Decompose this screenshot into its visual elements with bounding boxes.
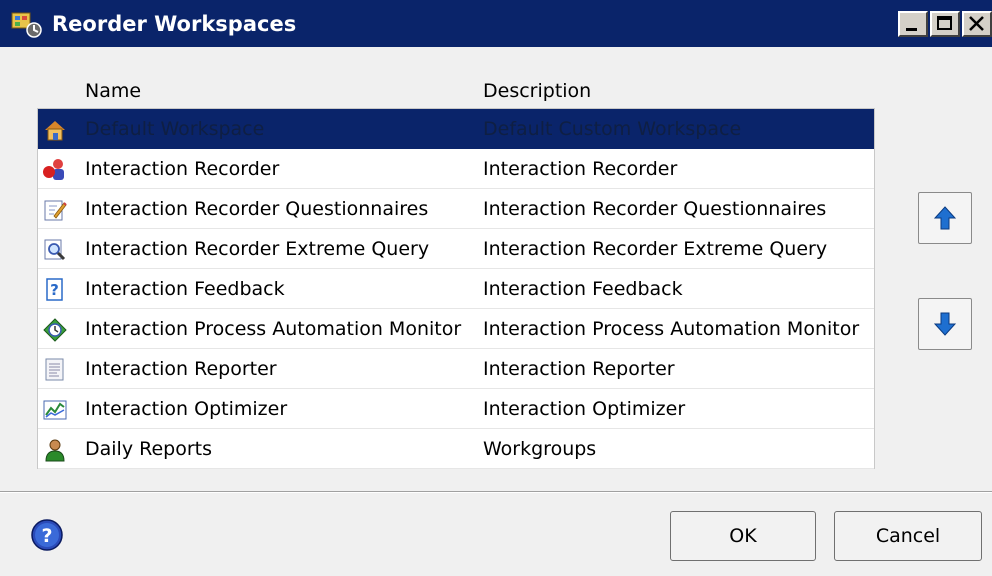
questionnaire-pencil-icon xyxy=(42,197,68,223)
maximize-button[interactable] xyxy=(930,11,960,37)
footer-divider xyxy=(0,491,992,493)
row-description: Interaction Feedback xyxy=(483,278,683,300)
list-item[interactable]: Default Workspace Default Custom Workspa… xyxy=(38,109,874,149)
row-name: Interaction Optimizer xyxy=(85,398,288,420)
column-header-name[interactable]: Name xyxy=(85,79,141,103)
optimizer-chart-icon xyxy=(42,397,68,423)
row-name: Default Workspace xyxy=(85,118,265,140)
row-name: Interaction Reporter xyxy=(85,358,277,380)
minimize-button[interactable] xyxy=(898,11,928,37)
row-description: Interaction Recorder xyxy=(483,158,678,180)
recorder-people-icon xyxy=(42,157,68,183)
svg-text:?: ? xyxy=(41,525,52,547)
list-item[interactable]: Interaction Recorder Interaction Recorde… xyxy=(38,149,874,189)
feedback-question-icon: ? xyxy=(42,277,68,303)
list-item[interactable]: Interaction Process Automation Monitor I… xyxy=(38,309,874,349)
help-icon[interactable]: ? xyxy=(30,518,64,552)
process-monitor-icon xyxy=(42,317,68,343)
close-button[interactable] xyxy=(962,11,992,37)
row-description: Interaction Process Automation Monitor xyxy=(483,318,860,340)
row-description: Interaction Recorder Questionnaires xyxy=(483,198,827,220)
row-name: Interaction Recorder xyxy=(85,158,280,180)
row-name: Interaction Feedback xyxy=(85,278,285,300)
list-item[interactable]: Interaction Reporter Interaction Reporte… xyxy=(38,349,874,389)
query-magnifier-icon xyxy=(42,237,68,263)
row-description: Default Custom Workspace xyxy=(483,118,742,140)
title-bar[interactable]: Reorder Workspaces xyxy=(0,0,992,47)
workspace-list[interactable]: Default Workspace Default Custom Workspa… xyxy=(37,108,875,469)
window-title: Reorder Workspaces xyxy=(52,12,297,36)
app-icon xyxy=(10,10,44,38)
list-item[interactable]: Interaction Optimizer Interaction Optimi… xyxy=(38,389,874,429)
ok-button[interactable]: OK xyxy=(670,511,816,561)
svg-text:?: ? xyxy=(50,281,59,299)
report-document-icon xyxy=(42,357,68,383)
row-description: Interaction Reporter xyxy=(483,358,675,380)
workspace-house-icon xyxy=(42,117,68,143)
row-description: Workgroups xyxy=(483,438,597,460)
reorder-workspaces-dialog: Reorder Workspaces Name Description Defa… xyxy=(0,0,992,576)
row-name: Interaction Recorder Extreme Query xyxy=(85,238,430,260)
move-up-button[interactable] xyxy=(918,192,972,244)
arrow-down-icon xyxy=(934,312,956,336)
row-name: Daily Reports xyxy=(85,438,212,460)
list-item[interactable]: Interaction Recorder Questionnaires Inte… xyxy=(38,189,874,229)
move-down-button[interactable] xyxy=(918,298,972,350)
cancel-button[interactable]: Cancel xyxy=(834,511,982,561)
list-item[interactable]: Interaction Recorder Extreme Query Inter… xyxy=(38,229,874,269)
column-header-description[interactable]: Description xyxy=(483,79,591,103)
close-icon xyxy=(969,16,984,31)
workgroup-person-icon xyxy=(42,437,68,463)
list-item[interactable]: ? Interaction Feedback Interaction Feedb… xyxy=(38,269,874,309)
row-description: Interaction Recorder Extreme Query xyxy=(483,238,828,260)
list-item[interactable]: Daily Reports Workgroups xyxy=(38,429,874,469)
row-name: Interaction Process Automation Monitor xyxy=(85,318,462,340)
maximize-icon xyxy=(937,16,952,30)
arrow-up-icon xyxy=(934,206,956,230)
row-name: Interaction Recorder Questionnaires xyxy=(85,198,429,220)
minimize-icon xyxy=(906,28,917,31)
row-description: Interaction Optimizer xyxy=(483,398,686,420)
